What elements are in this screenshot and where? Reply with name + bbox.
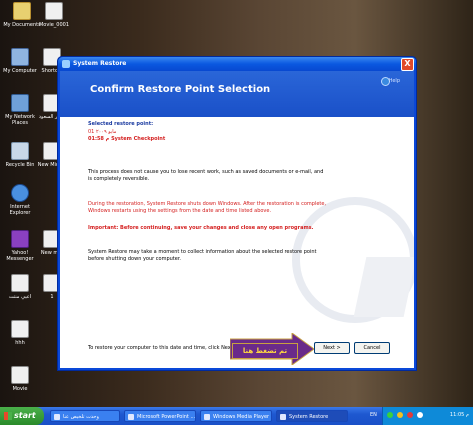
icon-label: Yahoo! Messenger xyxy=(6,250,34,262)
windows-flag-icon xyxy=(4,412,12,420)
desktop-icon-internet-explorer[interactable]: Internet Explorer xyxy=(0,184,40,216)
network-icon xyxy=(11,94,29,112)
icon-label: Movie xyxy=(12,386,28,392)
taskbar-button-label: System Restore xyxy=(289,414,329,420)
taskbar: start وحدت تلخيص عنا Microsoft PowerPoin… xyxy=(0,407,473,425)
computer-icon xyxy=(11,48,29,66)
desktop-icon-hhh[interactable]: hhh xyxy=(0,320,40,346)
important-warning: Important: Before continuing, save your … xyxy=(88,225,314,231)
taskbar-button-media-player[interactable]: Windows Media Player xyxy=(200,410,272,422)
tray-network-icon[interactable] xyxy=(387,412,393,418)
start-button[interactable]: start xyxy=(0,407,44,425)
tray-antivirus-icon[interactable] xyxy=(407,412,413,418)
taskbar-button-label: وحدت تلخيص عنا xyxy=(63,414,99,420)
tray-messenger-icon[interactable] xyxy=(397,412,403,418)
icon-label: Internet Explorer xyxy=(9,204,31,216)
tray-volume-icon[interactable] xyxy=(417,412,423,418)
system-restore-icon xyxy=(62,60,70,68)
desktop-icon-movie[interactable]: Movie_0001 xyxy=(34,2,74,28)
selected-restore-label: Selected restore point: xyxy=(88,121,154,127)
wizard-header: Confirm Restore Point Selection Help xyxy=(60,71,414,117)
taskbar-button-system-restore[interactable]: System Restore xyxy=(276,410,348,422)
language-indicator[interactable]: EN xyxy=(370,412,377,418)
taskbar-button-powerpoint[interactable]: Microsoft PowerPoint ... xyxy=(124,410,196,422)
taskbar-button-label: Windows Media Player xyxy=(213,414,270,420)
icon-label: My Network Places xyxy=(5,114,35,126)
system-restore-window: System Restore X Confirm Restore Point S… xyxy=(57,56,417,371)
info-paragraph-1: This process does not cause you to lose … xyxy=(88,169,324,182)
annotation-label: تم تضغط هنا xyxy=(232,343,298,359)
file-icon xyxy=(11,274,29,292)
title-bar[interactable]: System Restore X xyxy=(58,57,416,71)
system-restore-icon xyxy=(280,414,286,420)
page-title: Confirm Restore Point Selection xyxy=(90,84,271,95)
icon-label: 1 xyxy=(50,294,54,300)
help-link[interactable]: Help xyxy=(389,78,400,84)
close-button[interactable]: X xyxy=(401,58,414,71)
movie-file-icon xyxy=(11,366,29,384)
internet-explorer-icon xyxy=(11,184,29,202)
icon-label: Recycle Bin xyxy=(5,162,35,168)
selected-time: 01:58 م System Checkpoint xyxy=(88,136,166,142)
wizard-content: Selected restore point: 01 مايو ٢٠٠٩ 01:… xyxy=(60,117,414,368)
icon-label: Movie_0001 xyxy=(38,22,70,28)
taskbar-clock[interactable]: 11:05 م xyxy=(450,412,469,418)
window-icon xyxy=(54,414,60,420)
yahoo-messenger-icon xyxy=(11,230,29,248)
start-label: start xyxy=(14,411,36,420)
taskbar-button-label: Microsoft PowerPoint ... xyxy=(137,414,196,420)
next-button[interactable]: Next > xyxy=(314,342,350,354)
recycle-bin-icon xyxy=(11,142,29,160)
media-player-icon xyxy=(204,414,210,420)
taskbar-button-1[interactable]: وحدت تلخيص عنا xyxy=(50,410,120,422)
folder-icon xyxy=(13,2,31,20)
icon-label: اعيي منتت xyxy=(8,294,32,300)
info-paragraph-2: During the restoration, System Restore s… xyxy=(88,201,327,214)
icon-label: hhh xyxy=(15,340,25,346)
system-tray: 11:05 م xyxy=(382,407,473,425)
file-icon xyxy=(45,2,63,20)
info-paragraph-4: System Restore may take a moment to coll… xyxy=(88,249,317,262)
window-title: System Restore xyxy=(73,60,127,67)
file-icon xyxy=(11,320,29,338)
selected-date: 01 مايو ٢٠٠٩ xyxy=(88,129,117,135)
desktop-icon-movie2[interactable]: Movie xyxy=(0,366,40,392)
powerpoint-icon xyxy=(128,414,134,420)
cancel-button[interactable]: Cancel xyxy=(354,342,390,354)
